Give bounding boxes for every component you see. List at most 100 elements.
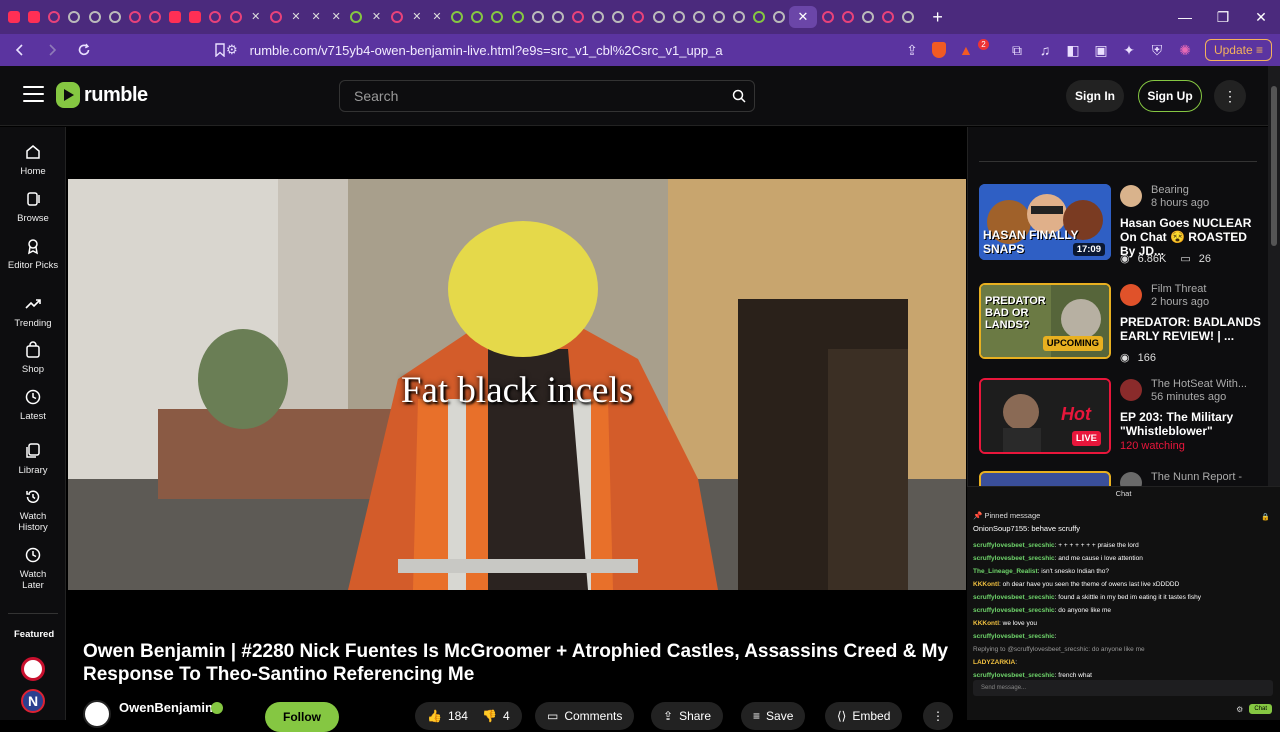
close-window-button[interactable]: ✕ <box>1242 9 1280 26</box>
channel-avatar[interactable] <box>1120 379 1142 401</box>
browser-tab[interactable] <box>387 6 407 28</box>
sidebar-item-watch-later[interactable]: Watch Later <box>0 546 66 591</box>
browser-tab[interactable] <box>588 6 608 28</box>
browser-tab[interactable] <box>709 6 729 28</box>
gear-icon[interactable]: ⚙ <box>1236 705 1243 714</box>
url-field[interactable]: ⚙ rumble.com/v715yb4-owen-benjamin-live.… <box>222 38 890 62</box>
rec-channel-name[interactable]: The Nunn Report - w... <box>1151 471 1259 487</box>
channel-avatar[interactable] <box>1120 472 1142 487</box>
browser-tab[interactable] <box>898 6 918 28</box>
sidebar-item-library[interactable]: Library <box>0 442 66 476</box>
browser-tab[interactable] <box>4 6 24 28</box>
video-thumbnail[interactable]: Hot LIVE <box>979 378 1111 454</box>
video-thumbnail[interactable]: HASAN FINALLY SNAPS 17:09 <box>979 184 1111 260</box>
chat-username[interactable]: scruffylovesbeet_srecshic <box>973 542 1055 549</box>
recommendation-item[interactable]: The Nunn Report - w... <box>979 471 1259 487</box>
browser-tab[interactable] <box>818 6 838 28</box>
browser-tab[interactable] <box>548 6 568 28</box>
channel-name[interactable]: OwenBenjamin <box>119 700 213 715</box>
chat-username[interactable]: scruffylovesbeet_srecshic <box>973 594 1055 601</box>
more-options-button[interactable]: ⋮ <box>1214 80 1246 112</box>
browser-tab[interactable] <box>346 6 366 28</box>
browser-tab[interactable] <box>266 6 286 28</box>
save-button[interactable]: ≡ Save <box>741 702 806 730</box>
sidebar-toggle-icon[interactable]: ◧ <box>1065 42 1081 59</box>
chat-username[interactable]: KKKontl <box>973 581 999 588</box>
video-thumbnail[interactable]: PREDATOR BAD OR LANDS? UPCOMING <box>979 283 1111 359</box>
search-icon[interactable] <box>732 89 746 103</box>
leo-ai-icon[interactable]: ✦ <box>1121 42 1137 59</box>
browser-tab[interactable] <box>44 6 64 28</box>
browser-tab[interactable]: ✕ <box>246 6 266 28</box>
browser-tab[interactable] <box>487 6 507 28</box>
sidebar-item-shop[interactable]: Shop <box>0 341 66 375</box>
maximize-button[interactable]: ❐ <box>1204 9 1242 26</box>
update-button[interactable]: Update ≡ <box>1204 39 1272 61</box>
browser-tab[interactable] <box>769 6 789 28</box>
new-tab-button[interactable]: + <box>932 7 943 28</box>
rec-channel-name[interactable]: Bearing <box>1151 184 1189 196</box>
browser-tab[interactable] <box>508 6 528 28</box>
chat-username[interactable]: scruffylovesbeet_srecshic <box>973 555 1055 562</box>
browser-tab[interactable] <box>749 6 769 28</box>
browser-tab[interactable] <box>649 6 669 28</box>
browser-tab[interactable] <box>24 6 44 28</box>
sign-up-button[interactable]: Sign Up <box>1138 80 1202 112</box>
browser-tab[interactable]: ✕ <box>427 6 447 28</box>
forward-button[interactable] <box>40 38 64 62</box>
chat-username[interactable]: scruffylovesbeet_srecshic <box>973 633 1055 640</box>
browser-tab[interactable] <box>568 6 588 28</box>
share-button[interactable]: ⇪ Share <box>651 702 724 730</box>
browser-tab[interactable] <box>467 6 487 28</box>
video-thumbnail[interactable] <box>979 471 1111 487</box>
scrollbar-thumb[interactable] <box>1271 86 1277 246</box>
chat-send-button[interactable]: Chat <box>1249 704 1272 714</box>
thumbs-down-icon[interactable]: 👎 <box>482 709 497 723</box>
rec-channel-name[interactable]: The HotSeat With... <box>1151 378 1247 390</box>
chat-username[interactable]: scruffylovesbeet_srecshic <box>973 672 1055 679</box>
browser-tab[interactable] <box>689 6 709 28</box>
recommendation-item[interactable]: HASAN FINALLY SNAPS 17:09 Bearing 8 hour… <box>979 184 1259 265</box>
video-player[interactable]: Fat black incels <box>68 179 966 590</box>
browser-tab[interactable] <box>528 6 548 28</box>
embed-button[interactable]: ⟨⟩ Embed <box>825 702 903 730</box>
browser-tab[interactable]: ✕ <box>367 6 387 28</box>
browser-tab[interactable] <box>185 6 205 28</box>
browser-tab[interactable] <box>628 6 648 28</box>
sidebar-item-watch-history[interactable]: Watch History <box>0 488 66 533</box>
channel-avatar[interactable] <box>1120 185 1142 207</box>
sidebar-item-home[interactable]: Home <box>0 143 66 177</box>
browser-tab[interactable] <box>608 6 628 28</box>
chat-username[interactable]: KKKontl <box>973 620 999 627</box>
browser-tab[interactable] <box>105 6 125 28</box>
browser-tab[interactable]: ✕ <box>789 6 818 28</box>
rumble-logo[interactable]: rumble <box>56 82 148 108</box>
featured-channel-avatar[interactable]: N <box>21 689 45 713</box>
chat-input[interactable]: Send message... <box>973 680 1273 696</box>
recommendation-item[interactable]: Hot LIVE The HotSeat With... 56 minutes … <box>979 378 1259 454</box>
channel-avatar[interactable] <box>1120 284 1142 306</box>
browser-tab[interactable] <box>226 6 246 28</box>
browser-tab[interactable]: ✕ <box>306 6 326 28</box>
channel-avatar[interactable] <box>83 700 111 728</box>
featured-channel-avatar[interactable] <box>21 657 45 681</box>
browser-tab[interactable] <box>878 6 898 28</box>
browser-tab[interactable] <box>165 6 185 28</box>
comments-button[interactable]: ▭ Comments <box>535 702 635 730</box>
follow-button[interactable]: Follow <box>265 702 339 732</box>
browser-tab[interactable] <box>447 6 467 28</box>
browser-tab[interactable] <box>838 6 858 28</box>
vpn-icon[interactable]: ⛨ <box>1149 42 1165 59</box>
brave-shield-icon[interactable] <box>931 42 946 58</box>
browser-tab[interactable] <box>85 6 105 28</box>
recommendation-item[interactable]: PREDATOR BAD OR LANDS? UPCOMING Film Thr… <box>979 283 1262 364</box>
rec-title[interactable]: PREDATOR: BADLANDS EARLY REVIEW! | ... <box>1120 315 1262 343</box>
sidebar-item-browse[interactable]: Browse <box>0 190 66 224</box>
sidebar-item-latest[interactable]: Latest <box>0 388 66 422</box>
browser-tab[interactable] <box>858 6 878 28</box>
chat-username[interactable]: The_Lineage_Realist <box>973 568 1038 575</box>
lock-icon[interactable]: 🔒 <box>1261 513 1270 521</box>
browser-tab[interactable] <box>669 6 689 28</box>
rec-channel-name[interactable]: Film Threat <box>1151 283 1206 295</box>
browser-tab[interactable] <box>64 6 84 28</box>
